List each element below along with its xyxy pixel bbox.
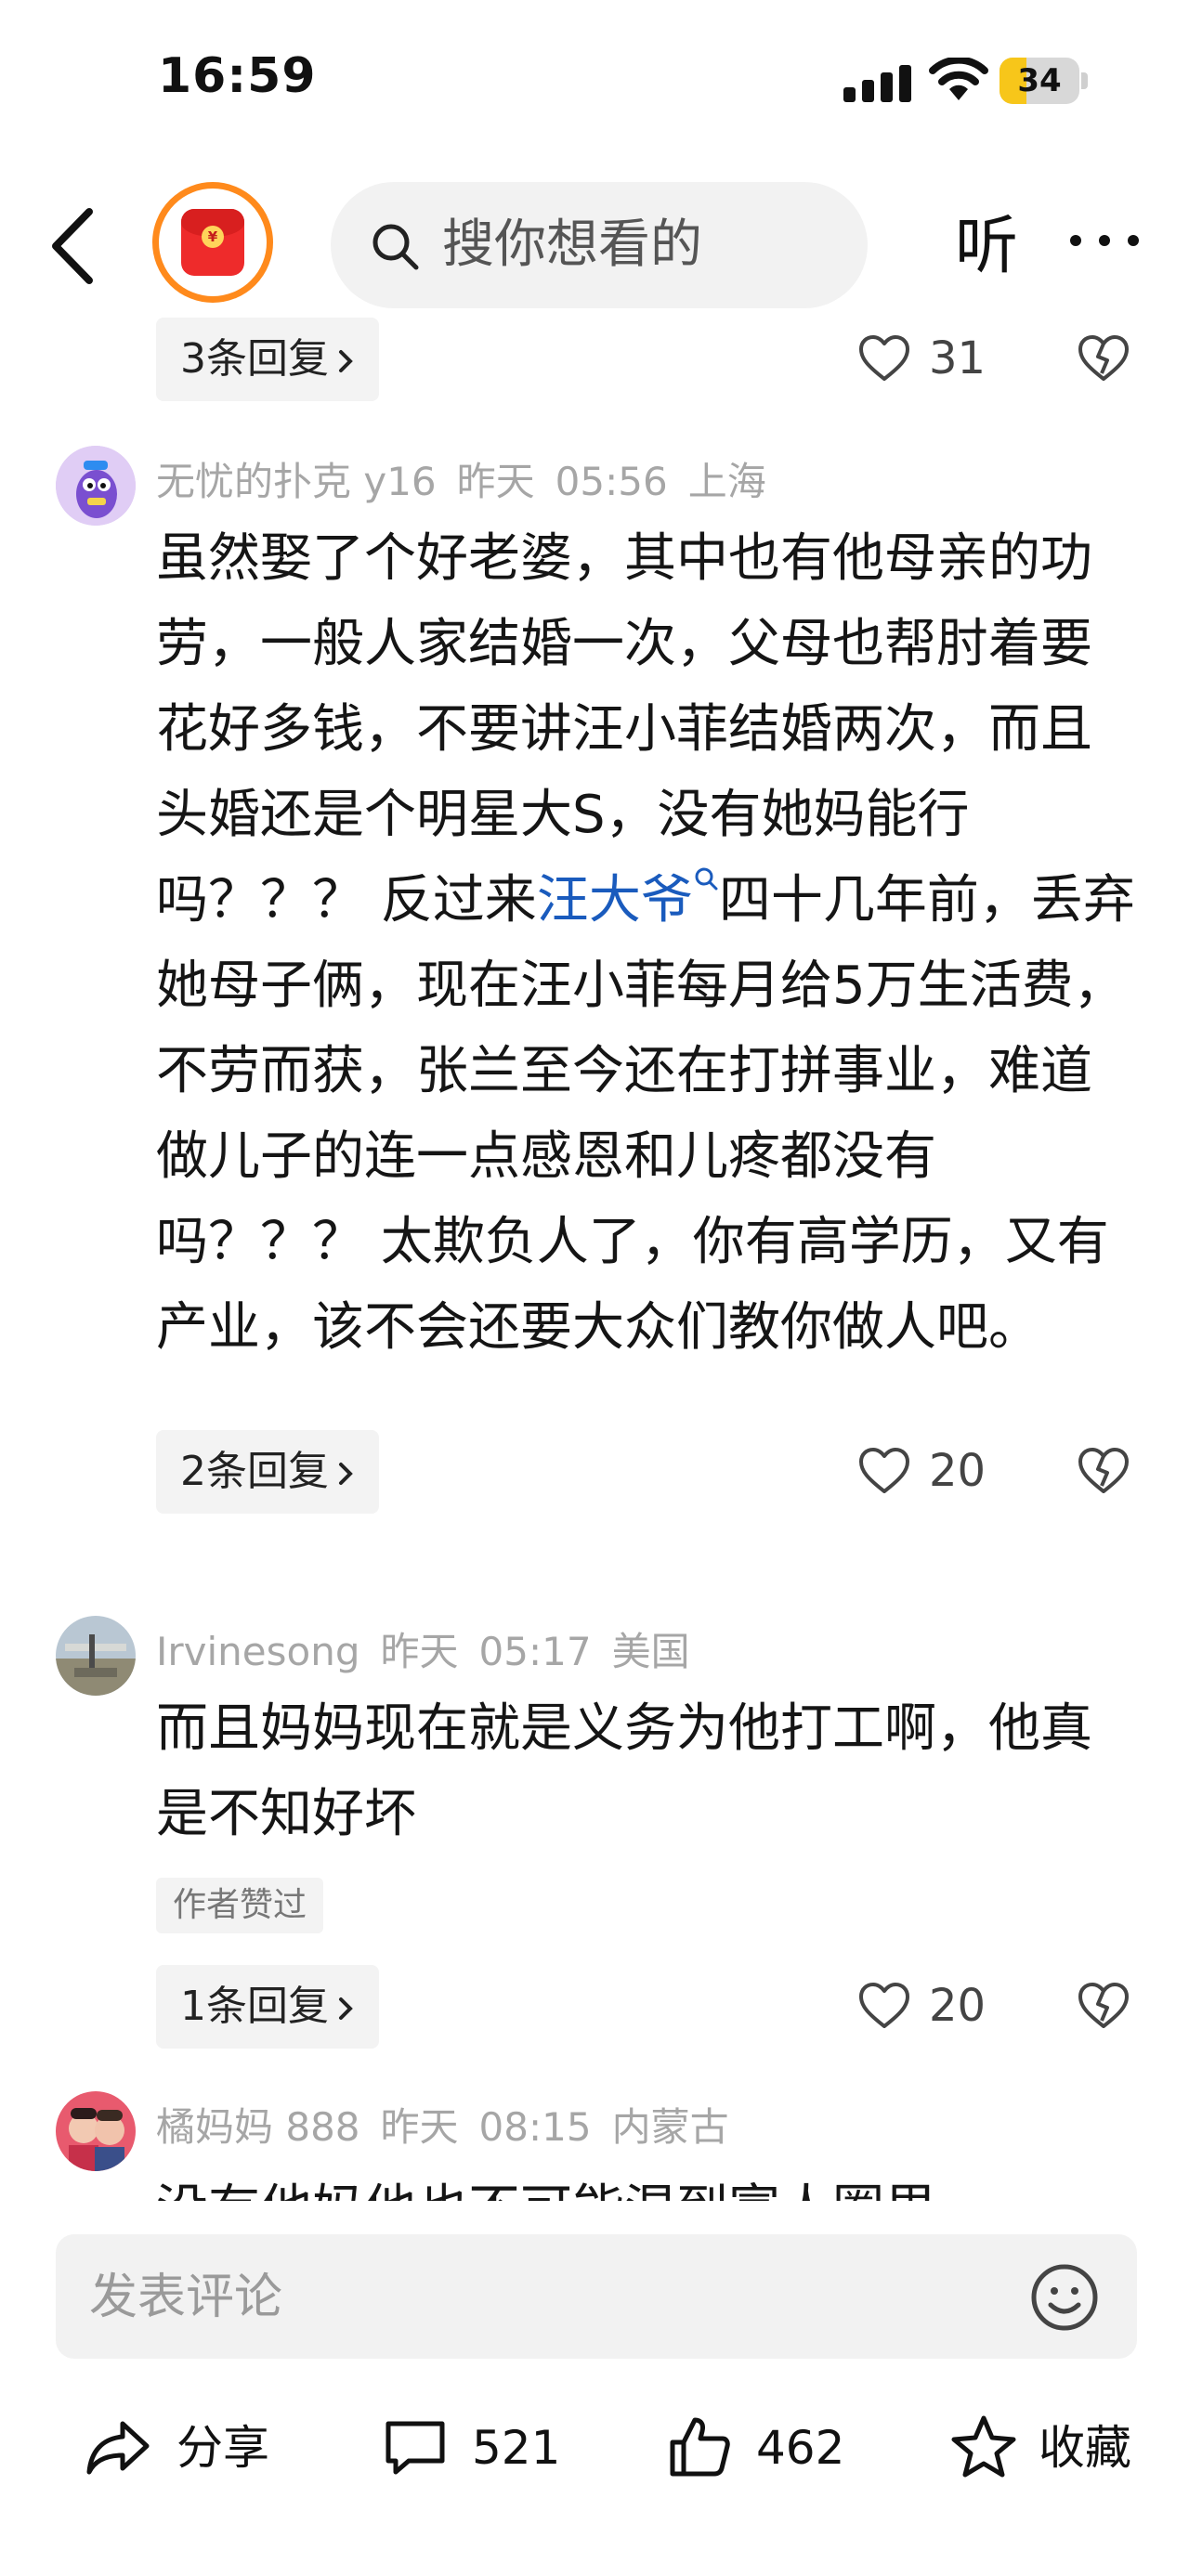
comment-text-part: 四十几年前，丢弃她母子俩，现在汪小菲每月给5万生活费，不劳而获，张兰至今还在打拼… xyxy=(156,870,1135,1358)
avatar-photo-icon xyxy=(56,1616,136,1696)
comment-meta: Irvinesong 昨天 05:17 美国 xyxy=(156,1629,711,1675)
comment-input[interactable]: 发表评论 xyxy=(56,2234,1137,2359)
username[interactable]: 橘妈妈 888 xyxy=(156,2104,360,2150)
comment-input-placeholder: 发表评论 xyxy=(89,2270,283,2325)
search-bar[interactable]: 搜你想看的 xyxy=(331,182,868,308)
comment-count: 521 xyxy=(472,2421,561,2475)
comment-item: Irvinesong 昨天 05:17 美国 而且妈妈现在就是义务为他打工啊，他真是不… xyxy=(0,1616,1189,1987)
like-button[interactable]: 20 xyxy=(858,1969,1026,2043)
top-nav: ¥ 搜你想看的 听 xyxy=(0,176,1189,316)
view-replies-button[interactable]: 1条回复 xyxy=(156,1965,379,2049)
like-count: 20 xyxy=(929,1445,986,1497)
more-dots-icon[interactable] xyxy=(1066,227,1143,254)
search-icon xyxy=(695,867,718,891)
action-bar: 分享 521 462 收藏 xyxy=(0,2396,1189,2498)
heart-icon xyxy=(859,1448,909,1493)
wifi-icon xyxy=(929,58,988,100)
avatar-cartoon-icon xyxy=(56,446,136,526)
emoji-icon[interactable] xyxy=(1029,2262,1100,2333)
comment-text[interactable]: 而且妈妈现在就是义务为他打工啊，他真是不知好坏 xyxy=(156,1686,1141,1857)
status-bar: 16:59 34 xyxy=(0,0,1189,158)
comment-date: 昨天 xyxy=(380,2104,459,2150)
avatar[interactable] xyxy=(56,446,136,526)
cellular-signal-icon xyxy=(843,65,911,102)
comment-meta: 橘妈妈 888 昨天 08:15 内蒙古 xyxy=(156,2104,750,2151)
heart-icon xyxy=(859,1983,909,2028)
heart-icon xyxy=(859,335,909,381)
share-arrow-icon xyxy=(86,2421,150,2475)
avatar[interactable] xyxy=(56,2091,136,2171)
comment-text[interactable]: 没有他妈他也不可能混到富人圈里 xyxy=(156,2167,1141,2201)
comment-time: 08:15 xyxy=(478,2104,592,2150)
like-count: 20 xyxy=(929,1980,986,2032)
comment-text[interactable]: 虽然娶了个好老婆，其中也有他母亲的功劳，一般人家结婚一次，父母也帮肘着要花好多钱… xyxy=(156,516,1141,1371)
share-label: 分享 xyxy=(176,2421,269,2475)
battery-indicator: 34 xyxy=(1000,58,1089,104)
back-chevron-icon[interactable] xyxy=(45,204,100,288)
star-icon xyxy=(951,2415,1016,2478)
view-replies-button[interactable]: 2条回复 xyxy=(156,1430,379,1514)
comment-time: 05:56 xyxy=(555,459,668,504)
battery-percent: 34 xyxy=(1017,62,1062,99)
username[interactable]: Irvinesong xyxy=(156,1629,360,1674)
chevron-right-icon xyxy=(339,350,353,372)
search-placeholder: 搜你想看的 xyxy=(442,215,702,275)
bottom-bar: 发表评论 分享 521 462 收藏 xyxy=(0,2201,1189,2576)
like-count: 462 xyxy=(756,2421,845,2475)
author-liked-tag: 作者赞过 xyxy=(156,1878,324,1933)
like-post-button[interactable]: 462 xyxy=(665,2396,851,2498)
comment-time: 05:17 xyxy=(478,1629,592,1674)
listen-button[interactable]: 听 xyxy=(955,212,1018,282)
comment-date: 昨天 xyxy=(380,1629,459,1674)
share-button[interactable]: 分享 xyxy=(84,2396,288,2498)
replies-label: 2条回复 xyxy=(180,1448,329,1495)
status-time: 16:59 xyxy=(158,48,317,104)
comment-meta: 无忧的扑克 y16 昨天 05:56 上海 xyxy=(156,459,787,505)
red-envelope-icon: ¥ xyxy=(181,209,244,276)
comments-button[interactable]: 521 xyxy=(381,2396,567,2498)
broken-heart-icon[interactable] xyxy=(1078,1447,1130,1495)
comment-item: 3条回复 31 xyxy=(0,316,1189,409)
username[interactable]: 无忧的扑克 y16 xyxy=(156,459,437,504)
comment-bubble-icon xyxy=(385,2421,445,2475)
comment-location: 内蒙古 xyxy=(611,2104,729,2150)
favorite-label: 收藏 xyxy=(1039,2421,1131,2475)
like-count: 31 xyxy=(929,332,986,384)
mention-link[interactable]: 汪大爷 xyxy=(536,867,719,930)
favorite-button[interactable]: 收藏 xyxy=(949,2396,1154,2498)
like-button[interactable]: 31 xyxy=(858,321,1026,396)
comment-feed[interactable]: 3条回复 31 无忧的扑克 y16 昨天 05:56 上海 虽然娶了个好老婆，其中也有… xyxy=(0,316,1189,2201)
broken-heart-icon[interactable] xyxy=(1078,1982,1130,2030)
broken-heart-icon[interactable] xyxy=(1078,334,1130,383)
comment-item: 无忧的扑克 y16 昨天 05:56 上海 虽然娶了个好老婆，其中也有他母亲的功劳，一… xyxy=(0,446,1189,1514)
comment-date: 昨天 xyxy=(456,459,535,504)
red-envelope-button[interactable]: ¥ xyxy=(152,182,273,303)
mention-link-text: 汪大爷 xyxy=(536,870,693,930)
chevron-right-icon xyxy=(339,1997,353,2020)
comment-location: 上海 xyxy=(687,459,766,504)
like-button[interactable]: 20 xyxy=(858,1434,1026,1508)
comment-location: 美国 xyxy=(611,1629,690,1674)
thumbs-up-icon xyxy=(670,2417,730,2477)
search-icon xyxy=(372,224,419,270)
replies-label: 3条回复 xyxy=(180,335,329,383)
avatar-photo-icon xyxy=(56,2091,136,2171)
chevron-right-icon xyxy=(339,1463,353,1485)
view-replies-button[interactable]: 3条回复 xyxy=(156,318,379,401)
comment-item: 橘妈妈 888 昨天 08:15 内蒙古 没有他妈他也不可能混到富人圈里 xyxy=(0,2091,1189,2201)
replies-label: 1条回复 xyxy=(180,1983,329,2030)
avatar[interactable] xyxy=(56,1616,136,1696)
